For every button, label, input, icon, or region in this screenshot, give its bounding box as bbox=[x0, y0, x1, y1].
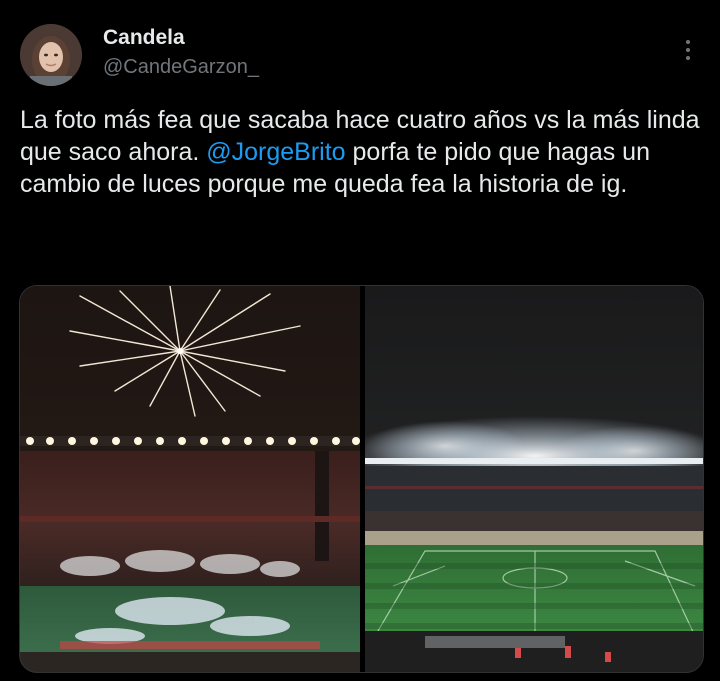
tweet-media bbox=[19, 285, 704, 673]
author-handle[interactable]: @CandeGarzon_ bbox=[103, 56, 259, 79]
mention-link[interactable]: @JorgeBrito bbox=[206, 138, 345, 166]
photo-stadium-lights[interactable] bbox=[365, 286, 703, 672]
tweet-text: La foto más fea que sacaba hace cuatro a… bbox=[20, 104, 700, 200]
tweet-header: Candela @CandeGarzon_ bbox=[0, 0, 720, 95]
avatar[interactable] bbox=[20, 24, 82, 86]
photo-stadium-fireworks[interactable] bbox=[20, 286, 360, 672]
more-options-icon[interactable] bbox=[676, 30, 700, 70]
author-name[interactable]: Candela bbox=[103, 26, 185, 50]
